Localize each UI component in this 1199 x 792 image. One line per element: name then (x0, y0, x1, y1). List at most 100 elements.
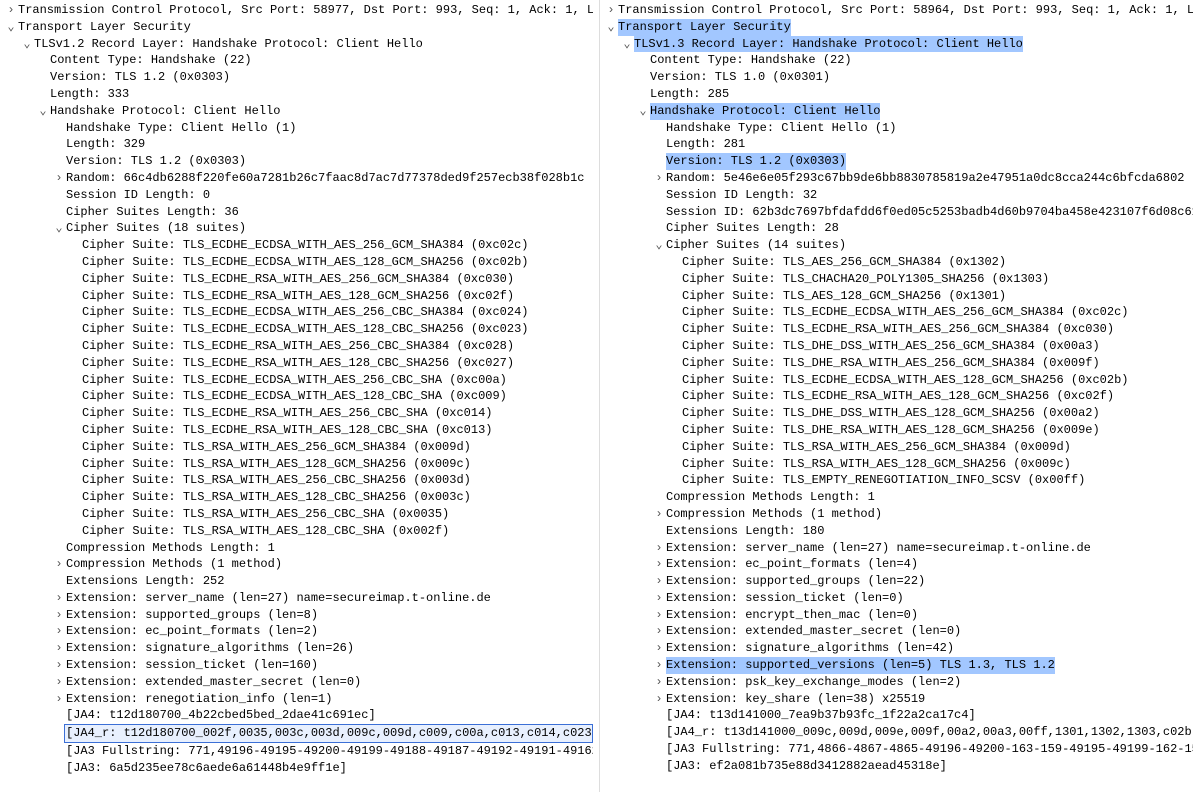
tree-row[interactable]: Cipher Suite: TLS_ECDHE_ECDSA_WITH_AES_2… (4, 304, 595, 321)
tree-row[interactable]: Version: TLS 1.2 (0x0303) (604, 153, 1195, 170)
tree-row[interactable]: Cipher Suite: TLS_CHACHA20_POLY1305_SHA2… (604, 271, 1195, 288)
tree-row[interactable]: ›Compression Methods (1 method) (4, 556, 595, 573)
chevron-right-icon[interactable]: › (652, 640, 666, 657)
tree-row[interactable]: Cipher Suite: TLS_RSA_WITH_AES_256_CBC_S… (4, 506, 595, 523)
tree-row[interactable]: Compression Methods Length: 1 (4, 540, 595, 557)
chevron-right-icon[interactable]: › (652, 590, 666, 607)
tree-row[interactable]: Version: TLS 1.2 (0x0303) (4, 69, 595, 86)
chevron-down-icon[interactable]: ⌄ (652, 237, 666, 254)
chevron-right-icon[interactable]: › (652, 170, 666, 187)
tree-row[interactable]: Cipher Suite: TLS_ECDHE_ECDSA_WITH_AES_2… (604, 304, 1195, 321)
tree-row[interactable]: ›Random: 5e46e6e05f293c67bb9de6bb8830785… (604, 170, 1195, 187)
tree-pane-right[interactable]: ›Transmission Control Protocol, Src Port… (600, 0, 1199, 792)
tree-row[interactable]: Version: TLS 1.0 (0x0301) (604, 69, 1195, 86)
tree-row[interactable]: Cipher Suite: TLS_AES_128_GCM_SHA256 (0x… (604, 288, 1195, 305)
chevron-right-icon[interactable]: › (52, 674, 66, 691)
tree-row[interactable]: ›Extension: extended_master_secret (len=… (604, 623, 1195, 640)
chevron-right-icon[interactable]: › (52, 623, 66, 640)
tree-row[interactable]: Content Type: Handshake (22) (604, 52, 1195, 69)
tree-row[interactable]: [JA4: t13d141000_7ea9b37b93fc_1f22a2ca17… (604, 707, 1195, 724)
tree-row[interactable]: ⌄Handshake Protocol: Client Hello (4, 103, 595, 120)
tree-row[interactable]: [JA3: ef2a081b735e88d3412882aead45318e] (604, 758, 1195, 775)
chevron-right-icon[interactable]: › (652, 540, 666, 557)
chevron-down-icon[interactable]: ⌄ (52, 220, 66, 237)
tree-row[interactable]: ›Compression Methods (1 method) (604, 506, 1195, 523)
tree-row[interactable]: ›Extension: supported_groups (len=8) (4, 607, 595, 624)
tree-row[interactable]: Cipher Suite: TLS_EMPTY_RENEGOTIATION_IN… (604, 472, 1195, 489)
chevron-right-icon[interactable]: › (652, 674, 666, 691)
chevron-down-icon[interactable]: ⌄ (20, 36, 34, 53)
chevron-right-icon[interactable]: › (52, 556, 66, 573)
tree-row[interactable]: ›Extension: psk_key_exchange_modes (len=… (604, 674, 1195, 691)
chevron-down-icon[interactable]: ⌄ (36, 103, 50, 120)
tree-row[interactable]: Cipher Suite: TLS_ECDHE_ECDSA_WITH_AES_1… (4, 388, 595, 405)
tree-row[interactable]: ›Transmission Control Protocol, Src Port… (604, 2, 1195, 19)
chevron-right-icon[interactable]: › (652, 556, 666, 573)
tree-row[interactable]: [JA3: 6a5d235ee78c6aede6a61448b4e9ff1e] (4, 760, 595, 777)
tree-row[interactable]: Length: 285 (604, 86, 1195, 103)
tree-row[interactable]: Content Type: Handshake (22) (4, 52, 595, 69)
tree-row[interactable]: ⌄Cipher Suites (18 suites) (4, 220, 595, 237)
tree-row[interactable]: [JA3 Fullstring: 771,49196-49195-49200-4… (4, 743, 595, 760)
chevron-right-icon[interactable]: › (52, 640, 66, 657)
chevron-right-icon[interactable]: › (652, 691, 666, 708)
tree-row[interactable]: ⌄TLSv1.2 Record Layer: Handshake Protoco… (4, 36, 595, 53)
chevron-right-icon[interactable]: › (652, 506, 666, 523)
tree-row[interactable]: ⌄Transport Layer Security (4, 19, 595, 36)
tree-row[interactable]: Length: 329 (4, 136, 595, 153)
chevron-down-icon[interactable]: ⌄ (604, 19, 618, 36)
tree-row[interactable]: Cipher Suite: TLS_DHE_DSS_WITH_AES_256_G… (604, 338, 1195, 355)
tree-row[interactable]: ›Extension: ec_point_formats (len=4) (604, 556, 1195, 573)
tree-row[interactable]: ›Extension: extended_master_secret (len=… (4, 674, 595, 691)
chevron-right-icon[interactable]: › (52, 607, 66, 624)
tree-row[interactable]: Length: 333 (4, 86, 595, 103)
tree-row[interactable]: Handshake Type: Client Hello (1) (604, 120, 1195, 137)
tree-row[interactable]: Length: 281 (604, 136, 1195, 153)
tree-row[interactable]: Cipher Suite: TLS_DHE_RSA_WITH_AES_256_G… (604, 355, 1195, 372)
chevron-right-icon[interactable]: › (52, 590, 66, 607)
chevron-right-icon[interactable]: › (652, 657, 666, 674)
tree-row[interactable]: Cipher Suite: TLS_RSA_WITH_AES_256_GCM_S… (604, 439, 1195, 456)
tree-row[interactable]: ⌄TLSv1.3 Record Layer: Handshake Protoco… (604, 36, 1195, 53)
tree-row[interactable]: Session ID Length: 0 (4, 187, 595, 204)
tree-row[interactable]: Cipher Suite: TLS_ECDHE_RSA_WITH_AES_128… (604, 388, 1195, 405)
tree-row[interactable]: ›Transmission Control Protocol, Src Port… (4, 2, 595, 19)
chevron-right-icon[interactable]: › (652, 607, 666, 624)
tree-row[interactable]: Session ID: 62b3dc7697bfdafdd6f0ed05c525… (604, 204, 1195, 221)
tree-row[interactable]: ›Random: 66c4db6288f220fe60a7281b26c7faa… (4, 170, 595, 187)
tree-row[interactable]: Cipher Suite: TLS_ECDHE_RSA_WITH_AES_128… (4, 422, 595, 439)
tree-row[interactable]: ›Extension: supported_versions (len=5) T… (604, 657, 1195, 674)
chevron-right-icon[interactable]: › (52, 170, 66, 187)
tree-row[interactable]: Extensions Length: 252 (4, 573, 595, 590)
tree-row[interactable]: ›Extension: supported_groups (len=22) (604, 573, 1195, 590)
tree-pane-left[interactable]: ›Transmission Control Protocol, Src Port… (0, 0, 600, 792)
tree-row[interactable]: Cipher Suites Length: 36 (4, 204, 595, 221)
tree-row[interactable]: Cipher Suite: TLS_ECDHE_ECDSA_WITH_AES_2… (4, 237, 595, 254)
tree-row[interactable]: ›Extension: server_name (len=27) name=se… (4, 590, 595, 607)
tree-row[interactable]: [JA4: t12d180700_4b22cbed5bed_2dae41c691… (4, 707, 595, 724)
chevron-down-icon[interactable]: ⌄ (636, 103, 650, 120)
chevron-right-icon[interactable]: › (604, 2, 618, 19)
chevron-down-icon[interactable]: ⌄ (4, 19, 18, 36)
chevron-down-icon[interactable]: ⌄ (620, 36, 634, 53)
tree-row[interactable]: [JA4_r: t13d141000_009c,009d,009e,009f,0… (604, 724, 1195, 741)
tree-row[interactable]: Cipher Suite: TLS_ECDHE_RSA_WITH_AES_256… (4, 405, 595, 422)
tree-row[interactable]: ›Extension: encrypt_then_mac (len=0) (604, 607, 1195, 624)
tree-row[interactable]: Cipher Suite: TLS_ECDHE_RSA_WITH_AES_256… (4, 271, 595, 288)
tree-row[interactable]: ›Extension: session_ticket (len=0) (604, 590, 1195, 607)
tree-row[interactable]: Compression Methods Length: 1 (604, 489, 1195, 506)
tree-row[interactable]: Cipher Suite: TLS_ECDHE_ECDSA_WITH_AES_1… (4, 321, 595, 338)
tree-row[interactable]: Cipher Suite: TLS_DHE_RSA_WITH_AES_128_G… (604, 422, 1195, 439)
chevron-right-icon[interactable]: › (4, 2, 18, 19)
tree-row[interactable]: ›Extension: key_share (len=38) x25519 (604, 691, 1195, 708)
chevron-right-icon[interactable]: › (52, 657, 66, 674)
tree-row[interactable]: Cipher Suite: TLS_RSA_WITH_AES_128_GCM_S… (604, 456, 1195, 473)
tree-row[interactable]: Cipher Suite: TLS_ECDHE_ECDSA_WITH_AES_2… (4, 372, 595, 389)
tree-row[interactable]: Cipher Suite: TLS_DHE_DSS_WITH_AES_128_G… (604, 405, 1195, 422)
tree-row[interactable]: Cipher Suite: TLS_ECDHE_RSA_WITH_AES_256… (4, 338, 595, 355)
tree-row[interactable]: [JA3 Fullstring: 771,4866-4867-4865-4919… (604, 741, 1195, 758)
tree-row[interactable]: ›Extension: ec_point_formats (len=2) (4, 623, 595, 640)
tree-row[interactable]: ›Extension: session_ticket (len=160) (4, 657, 595, 674)
tree-row[interactable]: ›Extension: server_name (len=27) name=se… (604, 540, 1195, 557)
chevron-right-icon[interactable]: › (652, 573, 666, 590)
